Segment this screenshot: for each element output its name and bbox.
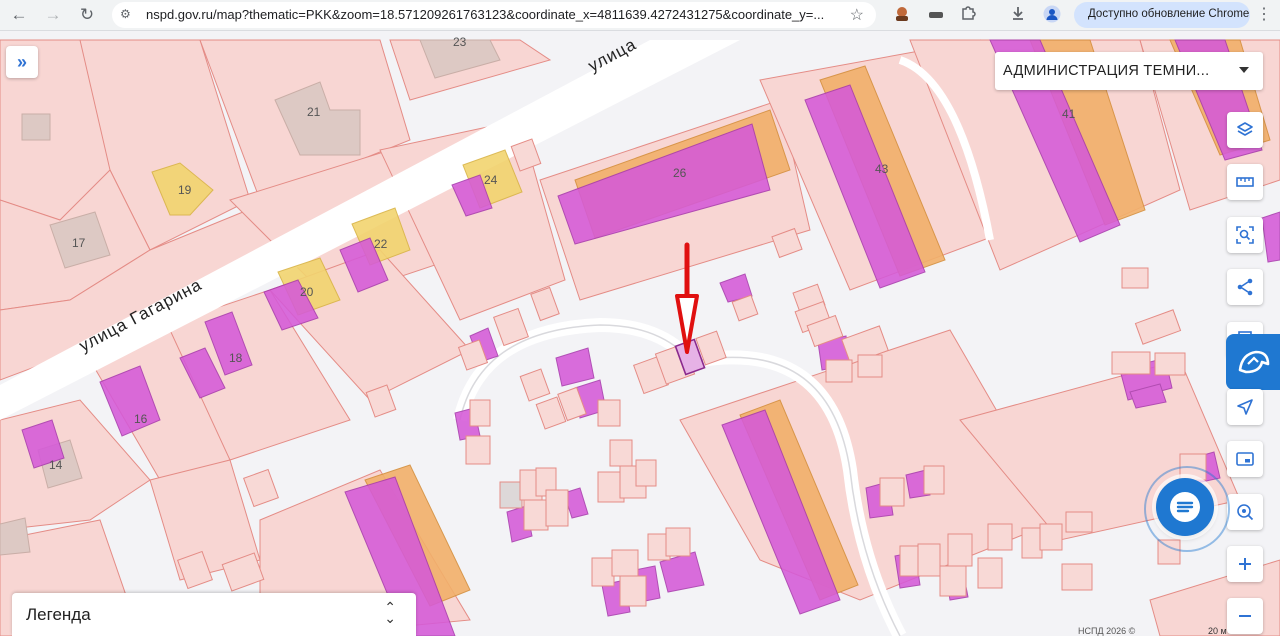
zoom-out-button[interactable]: [1227, 598, 1263, 634]
building: [21, 113, 51, 141]
share-icon: [1237, 278, 1253, 296]
house-number: 19: [178, 183, 192, 197]
chat-bubble-icon: [1170, 492, 1200, 522]
address-bar[interactable]: ⚙ nspd.gov.ru/map?thematic=PKK&zoom=18.5…: [112, 2, 876, 28]
share-button[interactable]: [1227, 269, 1263, 305]
minimap-icon: [1236, 452, 1254, 466]
cadastral-map[interactable]: улица Гагарина улица 23 21 19 17 24 22 2…: [0, 31, 1280, 636]
map-attribution: НСПД 2026 ©: [1078, 626, 1136, 636]
ruler-button[interactable]: [1227, 164, 1263, 200]
building: [0, 517, 31, 556]
chat-button[interactable]: [1156, 478, 1214, 536]
house-number: 43: [875, 162, 889, 176]
layer-select[interactable]: АДМИНИСТРАЦИЯ ТЕМНИ...: [995, 52, 1263, 90]
bookmark-star-icon[interactable]: ☆: [850, 5, 864, 25]
reload-icon[interactable]: ↻: [76, 4, 98, 26]
map-scale: 20 м: [1208, 626, 1227, 636]
area-search-icon: [1236, 226, 1254, 244]
layer-select-value: АДМИНИСТРАЦИЯ ТЕМНИ...: [1003, 63, 1210, 79]
map-canvas[interactable]: улица Гагарина улица 23 21 19 17 24 22 2…: [0, 31, 1280, 636]
double-chevron-right-icon: »: [16, 52, 27, 72]
ruler-icon: [1236, 177, 1254, 187]
house-number: 41: [1062, 107, 1076, 121]
legend-label: Легенда: [26, 605, 91, 624]
house-number: 26: [673, 166, 687, 180]
area-search-button[interactable]: [1227, 217, 1263, 253]
url-text[interactable]: nspd.gov.ru/map?thematic=PKK&zoom=18.571…: [146, 7, 850, 22]
chrome-update-button[interactable]: Доступно обновление Chrome: [1074, 2, 1250, 28]
layers-button[interactable]: [1227, 112, 1263, 148]
navigation-arrow-icon: [1237, 399, 1253, 415]
download-icon[interactable]: [1008, 5, 1028, 25]
brand-logo-tab[interactable]: [1226, 334, 1280, 390]
house-number: 17: [72, 236, 86, 250]
zoom-in-button[interactable]: [1227, 546, 1263, 582]
plus-icon: [1239, 558, 1251, 570]
house-number: 23: [453, 35, 467, 49]
minus-icon: [1239, 615, 1251, 617]
picture-in-picture-button[interactable]: [1227, 441, 1263, 477]
extensions-puzzle-icon[interactable]: [958, 5, 978, 25]
search-location-icon: [1237, 504, 1254, 521]
site-info-icon[interactable]: ⚙: [120, 7, 134, 21]
house-number: 21: [307, 105, 321, 119]
layers-icon: [1237, 122, 1253, 136]
geolocate-button[interactable]: [1227, 389, 1263, 425]
extension-avatar-icon[interactable]: [892, 5, 912, 25]
chrome-menu-icon[interactable]: ⋮: [1254, 4, 1274, 26]
house-number: 20: [300, 285, 314, 299]
forward-arrow-icon[interactable]: →: [42, 4, 64, 26]
house-number: 18: [229, 351, 243, 365]
nspd-logo-icon: [1238, 350, 1270, 374]
chrome-update-label: Доступно обновление Chrome: [1088, 8, 1250, 20]
extension-hat-icon[interactable]: [926, 5, 946, 25]
chevron-down-icon: [1239, 67, 1249, 73]
house-number: 14: [49, 458, 63, 472]
back-arrow-icon[interactable]: ←: [8, 4, 30, 26]
search-location-button[interactable]: [1227, 494, 1263, 530]
legend-panel[interactable]: Легенда ⌃ ⌄: [12, 593, 416, 636]
expand-panel-button[interactable]: »: [6, 46, 38, 78]
browser-toolbar: ← → ↻ ⚙ nspd.gov.ru/map?thematic=PKK&zoo…: [0, 0, 1280, 31]
house-number: 24: [484, 173, 498, 187]
expand-collapse-icon[interactable]: ⌃ ⌄: [384, 600, 396, 625]
house-number: 16: [134, 412, 148, 426]
house-number: 22: [374, 237, 388, 251]
profile-icon[interactable]: [1042, 5, 1062, 25]
